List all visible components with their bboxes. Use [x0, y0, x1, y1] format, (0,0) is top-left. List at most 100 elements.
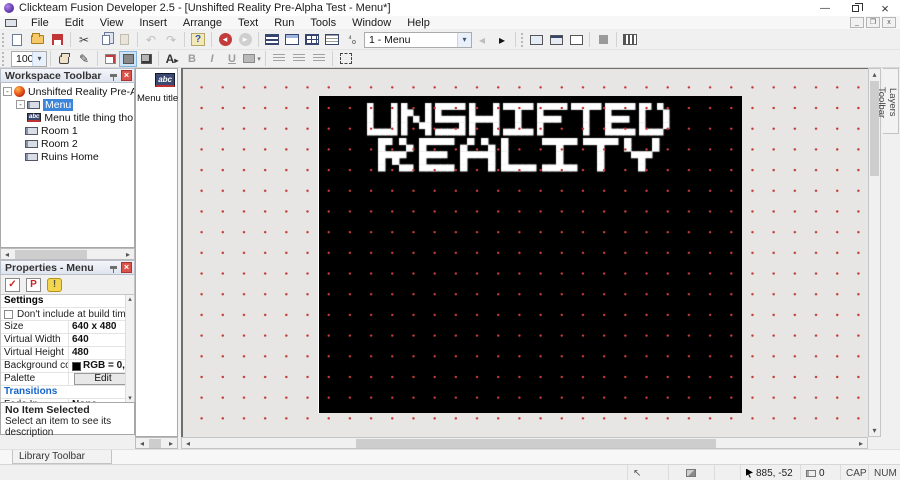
tree-item-menu-title[interactable]: abc Menu title thing tho: [1, 111, 134, 124]
mdi-minimize-button[interactable]: _: [850, 17, 864, 28]
tree-item-application[interactable]: - Unshifted Reality Pre-Alpha Te: [1, 85, 134, 98]
scroll-right-icon[interactable]: ▸: [855, 439, 867, 448]
frame-selector[interactable]: 1 - Menu ▾: [364, 31, 472, 48]
selection-tool-button[interactable]: [336, 50, 356, 68]
align-right-button[interactable]: [309, 50, 329, 68]
step-through-button[interactable]: [620, 31, 640, 49]
undo-button[interactable]: ↶: [141, 31, 161, 49]
toolbar-gripper[interactable]: [521, 32, 523, 47]
help-button[interactable]: ?: [188, 31, 208, 49]
menu-tools[interactable]: Tools: [302, 16, 344, 30]
tree-item-menu[interactable]: - Menu: [1, 98, 134, 111]
scrollbar-thumb[interactable]: [149, 439, 161, 448]
forward-button[interactable]: ▸: [235, 31, 255, 49]
menu-file[interactable]: File: [23, 16, 57, 30]
scroll-left-icon[interactable]: ◂: [1, 250, 13, 259]
collapse-icon[interactable]: -: [16, 100, 25, 109]
frame-editor-button[interactable]: [282, 31, 302, 49]
open-button[interactable]: [27, 31, 47, 49]
data-elements-button[interactable]: ⁴o: [342, 31, 362, 49]
underline-button[interactable]: U: [222, 50, 242, 68]
back-button[interactable]: ◂: [215, 31, 235, 49]
copy-button[interactable]: [94, 31, 114, 49]
pan-button[interactable]: [54, 50, 74, 68]
view-mode-1-button[interactable]: [101, 51, 119, 67]
scroll-right-icon[interactable]: ▸: [122, 250, 134, 259]
edit-background-button[interactable]: ✎: [74, 50, 94, 68]
align-center-button[interactable]: [289, 50, 309, 68]
save-button[interactable]: [47, 31, 67, 49]
scroll-up-icon[interactable]: ▴: [869, 70, 880, 79]
align-left-button[interactable]: [269, 50, 289, 68]
build-time-checkbox[interactable]: [4, 309, 13, 319]
workspace-hscrollbar[interactable]: ◂ ▸: [0, 248, 135, 260]
scrollbar-thumb[interactable]: [15, 250, 87, 259]
event-editor-button[interactable]: [302, 31, 322, 49]
properties-close-button[interactable]: ×: [121, 262, 132, 273]
cut-button[interactable]: ✂: [74, 31, 94, 49]
palette-edit-button[interactable]: Edit: [74, 373, 132, 385]
tree-item-room2[interactable]: Room 2: [1, 137, 134, 150]
text-color-button[interactable]: ▾: [242, 50, 262, 68]
redo-button[interactable]: ↷: [161, 31, 181, 49]
menu-run[interactable]: Run: [266, 16, 302, 30]
string-object-icon[interactable]: abc: [155, 73, 175, 87]
mdi-close-button[interactable]: x: [882, 17, 896, 28]
paste-button[interactable]: [114, 31, 134, 49]
color-swatch[interactable]: [72, 361, 81, 371]
storyboard-editor-button[interactable]: [262, 31, 282, 49]
scroll-up-icon[interactable]: ▴: [128, 295, 132, 303]
menu-arrange[interactable]: Arrange: [175, 16, 230, 30]
menu-insert[interactable]: Insert: [131, 16, 175, 30]
object-item-label[interactable]: Menu title t: [137, 93, 178, 104]
pin-icon[interactable]: [110, 74, 117, 81]
frame-canvas[interactable]: [318, 96, 742, 413]
next-frame-button[interactable]: ▸: [492, 31, 512, 49]
property-row-background-color[interactable]: Background color RGB = 0,: [1, 360, 134, 373]
event-list-editor-button[interactable]: [322, 31, 342, 49]
property-row-virtual-height[interactable]: Virtual Height 480: [1, 347, 134, 360]
property-row-size[interactable]: Size 640 x 480: [1, 321, 134, 334]
menu-view[interactable]: View: [92, 16, 132, 30]
property-row-palette[interactable]: Palette Edit: [1, 373, 134, 386]
layers-toolbar-tab[interactable]: Layers Toolbar: [876, 68, 899, 134]
runtime-tab-icon[interactable]: P: [26, 277, 41, 292]
new-button[interactable]: [7, 31, 27, 49]
scrollbar-thumb[interactable]: [356, 439, 716, 448]
view-mode-3-button[interactable]: [137, 51, 155, 67]
run-application-button[interactable]: [526, 31, 546, 49]
restore-button[interactable]: [840, 0, 870, 16]
pin-icon[interactable]: [110, 266, 117, 273]
frame-editor-canvas-area[interactable]: [181, 68, 868, 437]
mdi-restore-button[interactable]: ❐: [866, 17, 880, 28]
minimize-button[interactable]: —: [810, 0, 840, 16]
editor-hscrollbar[interactable]: ◂ ▸: [181, 437, 868, 449]
bold-button[interactable]: B: [182, 50, 202, 68]
editor-vscrollbar[interactable]: ▴ ▾: [868, 68, 881, 437]
mdi-child-icon[interactable]: [5, 18, 17, 27]
run-frame-button[interactable]: [546, 31, 566, 49]
toolbar-gripper[interactable]: [2, 32, 4, 47]
library-toolbar-tab[interactable]: Library Toolbar: [12, 450, 112, 464]
object-panel-hscrollbar[interactable]: ◂ ▸: [135, 437, 178, 449]
menu-edit[interactable]: Edit: [57, 16, 92, 30]
menu-help[interactable]: Help: [399, 16, 438, 30]
properties-scrollbar[interactable]: ▴ ▾: [125, 295, 134, 402]
scroll-down-icon[interactable]: ▾: [128, 394, 132, 402]
run-stop-button[interactable]: [566, 31, 586, 49]
collapse-icon[interactable]: -: [3, 87, 12, 96]
settings-tab-icon[interactable]: ✓: [5, 277, 20, 292]
tree-item-ruins-home[interactable]: Ruins Home: [1, 150, 134, 163]
workspace-close-button[interactable]: ×: [121, 70, 132, 81]
zoom-select[interactable]: 100% ▾: [11, 50, 47, 67]
toolbar-gripper[interactable]: [2, 51, 4, 66]
scroll-left-icon[interactable]: ◂: [136, 439, 148, 448]
about-tab-icon[interactable]: !: [47, 277, 62, 292]
menu-text[interactable]: Text: [230, 16, 266, 30]
scroll-down-icon[interactable]: ▾: [869, 426, 880, 435]
close-button[interactable]: ×: [870, 0, 900, 16]
view-mode-2-button[interactable]: [119, 50, 137, 67]
previous-frame-button[interactable]: ◂: [472, 31, 492, 49]
property-row-virtual-width[interactable]: Virtual Width 640: [1, 334, 134, 347]
menu-window[interactable]: Window: [344, 16, 399, 30]
